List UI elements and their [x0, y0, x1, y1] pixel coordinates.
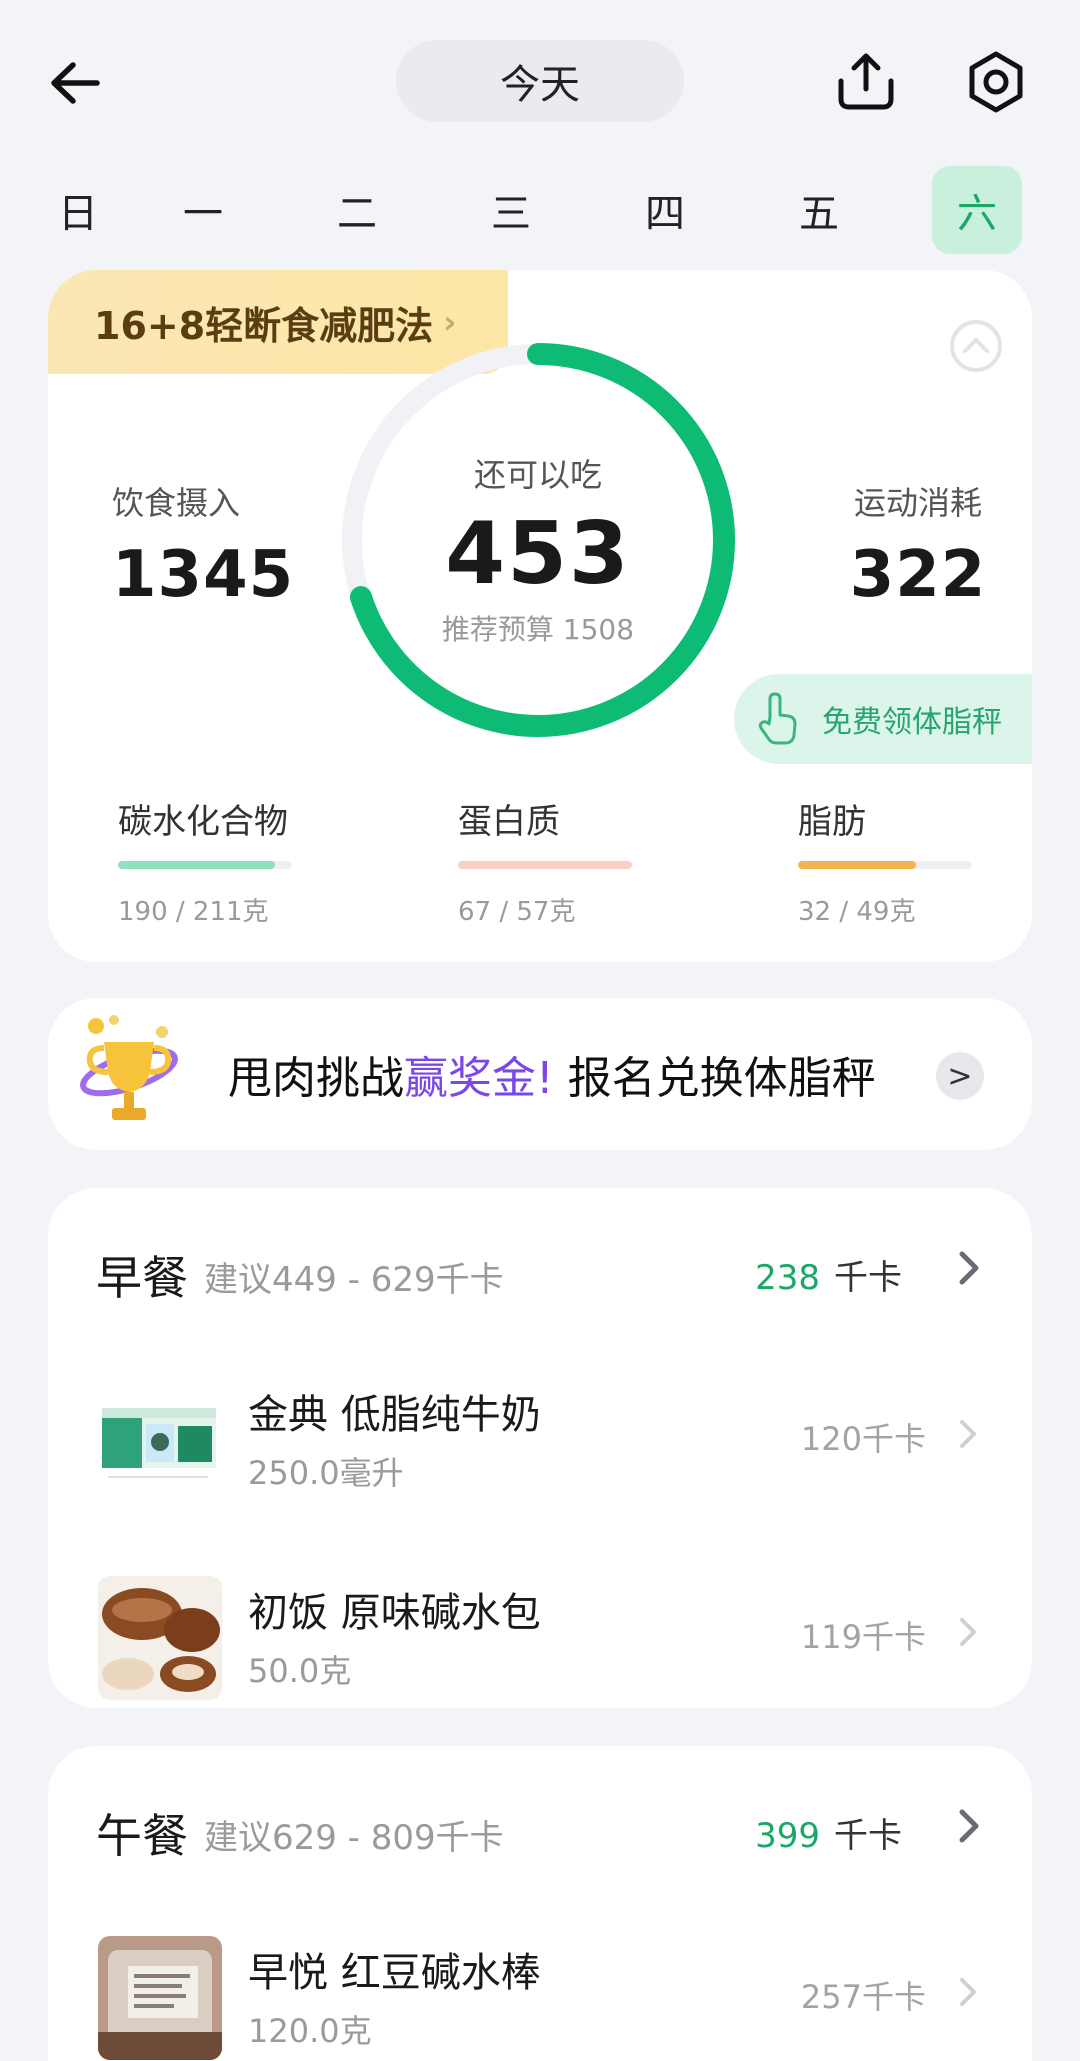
challenge-highlight: 赢奖金! — [404, 1053, 554, 1104]
share-button[interactable] — [828, 44, 904, 120]
chevron-right-icon — [960, 1978, 976, 2006]
arrow-left-icon — [51, 62, 100, 104]
week-selector: 日 一 二 三 四 五 六 — [30, 166, 1050, 254]
challenge-banner[interactable]: 甩肉挑战赢奖金! 报名兑换体脂秤 > — [48, 998, 1032, 1150]
macro-carbs: 碳水化合物 190 / 211克 — [118, 794, 318, 928]
meal-suggestion: 建议629 - 809千卡 — [204, 1818, 504, 1858]
burn-label: 运动消耗 — [853, 484, 982, 522]
trophy-icon — [80, 1015, 178, 1120]
red-bean-stick-image — [98, 1936, 222, 2060]
tap-hand-icon — [758, 692, 797, 745]
chevron-right-icon — [959, 1809, 979, 1843]
date-selector[interactable]: 今天 — [396, 40, 684, 122]
macro-name: 蛋白质 — [458, 802, 560, 842]
food-name: 金典 低脂纯牛奶 — [248, 1392, 541, 1438]
food-kcal: 257千卡 — [800, 1978, 926, 2016]
meal-card-breakfast: 早餐 建议449 - 629千卡 238 千卡 金典 低脂纯牛奶 250.0毫升 … — [48, 1188, 1032, 1708]
macros-row: 碳水化合物 190 / 211克 蛋白质 67 / 57克 脂肪 32 / 49… — [118, 794, 998, 928]
macro-bar-fill — [458, 861, 632, 869]
back-button[interactable] — [40, 48, 110, 118]
challenge-arrow-button[interactable]: > — [936, 1052, 984, 1100]
chevron-right-icon — [960, 1618, 976, 1646]
day-tue[interactable]: 二 — [280, 166, 434, 254]
intake-value: 1345 — [112, 538, 295, 612]
macro-name: 碳水化合物 — [118, 802, 288, 842]
food-item[interactable]: 金典 低脂纯牛奶 250.0毫升 120千卡 — [48, 1352, 1032, 1550]
calorie-summary-card: 16+8轻断食减肥法 › 饮食摄入 1345 还可以吃 453 推荐预算 150… — [48, 270, 1032, 962]
food-item[interactable]: 早悦 红豆碱水棒 120.0克 257千卡 — [48, 1910, 1032, 2061]
macro-value: 67 / 57克 — [458, 897, 576, 927]
macro-bar-fill — [798, 861, 917, 869]
meal-kcal: 238 千卡 — [755, 1250, 902, 1299]
settings-button[interactable] — [958, 44, 1034, 120]
food-kcal: 120千卡 — [800, 1420, 926, 1458]
day-sun[interactable]: 日 — [30, 166, 126, 254]
budget-label: 推荐预算 1508 — [441, 613, 635, 646]
meal-header[interactable]: 早餐 建议449 - 629千卡 238 千卡 — [48, 1188, 1032, 1352]
challenge-text-b: 报名兑换体脂秤 — [567, 1053, 876, 1104]
chevron-right-icon — [960, 1420, 976, 1448]
top-bar: 今天 — [0, 0, 1080, 160]
remaining-block: 还可以吃 453 推荐预算 1508 — [328, 450, 748, 648]
food-name: 初饭 原味碱水包 — [248, 1590, 541, 1636]
scale-promo-label: 免费领体脂秤 — [822, 705, 1002, 740]
remain-value: 453 — [445, 504, 631, 604]
macro-value: 190 / 211克 — [118, 897, 269, 927]
hex-gear-icon — [969, 51, 1023, 113]
meal-card-lunch: 午餐 建议629 - 809千卡 399 千卡 早悦 红豆碱水棒 120.0克 2… — [48, 1746, 1032, 2061]
food-kcal: 119千卡 — [800, 1618, 926, 1656]
meal-kcal-value: 238 — [755, 1258, 820, 1298]
day-mon[interactable]: 一 — [126, 166, 280, 254]
meal-kcal-value: 399 — [755, 1816, 820, 1856]
day-fri[interactable]: 五 — [742, 166, 896, 254]
remain-label: 还可以吃 — [473, 456, 602, 494]
collapse-icon[interactable] — [948, 318, 1004, 374]
pretzel-bun-image — [98, 1576, 222, 1700]
burn-value: 322 — [849, 538, 987, 612]
macro-bar — [118, 861, 292, 869]
chevron-right-icon — [959, 1251, 979, 1285]
exercise-block: 运动消耗 322 — [818, 478, 1018, 612]
macro-bar-fill — [118, 861, 275, 869]
day-thu[interactable]: 四 — [588, 166, 742, 254]
food-name: 早悦 红豆碱水棒 — [248, 1950, 541, 1996]
meal-kcal-unit: 千卡 — [834, 1258, 902, 1298]
macro-protein: 蛋白质 67 / 57克 — [458, 794, 658, 928]
macro-value: 32 / 49克 — [798, 897, 916, 927]
intake-label: 饮食摄入 — [112, 484, 241, 522]
macro-fat: 脂肪 32 / 49克 — [798, 794, 998, 928]
meal-title: 早餐 — [96, 1251, 188, 1305]
food-item[interactable]: 初饭 原味碱水包 50.0克 119千卡 — [48, 1550, 1032, 1748]
food-amount: 50.0克 — [248, 1652, 352, 1690]
day-sat[interactable]: 六 — [932, 166, 1022, 254]
meal-kcal: 399 千卡 — [755, 1808, 902, 1857]
challenge-text-a: 甩肉挑战 — [228, 1053, 404, 1104]
food-amount: 120.0克 — [248, 2012, 372, 2050]
food-amount: 250.0毫升 — [248, 1454, 404, 1492]
intake-block: 饮食摄入 1345 — [112, 478, 312, 612]
free-scale-promo[interactable]: 免费领体脂秤 — [734, 674, 1032, 764]
meal-header[interactable]: 午餐 建议629 - 809千卡 399 千卡 — [48, 1746, 1032, 1910]
meal-kcal-unit: 千卡 — [834, 1816, 902, 1856]
meal-title: 午餐 — [96, 1809, 188, 1863]
upload-icon — [838, 53, 894, 110]
macro-bar — [458, 861, 632, 869]
meal-suggestion: 建议449 - 629千卡 — [204, 1260, 504, 1300]
milk-carton-image — [98, 1378, 222, 1502]
macro-bar — [798, 861, 972, 869]
challenge-text: 甩肉挑战赢奖金! 报名兑换体脂秤 — [228, 1042, 876, 1106]
day-wed[interactable]: 三 — [434, 166, 588, 254]
macro-name: 脂肪 — [798, 802, 866, 842]
